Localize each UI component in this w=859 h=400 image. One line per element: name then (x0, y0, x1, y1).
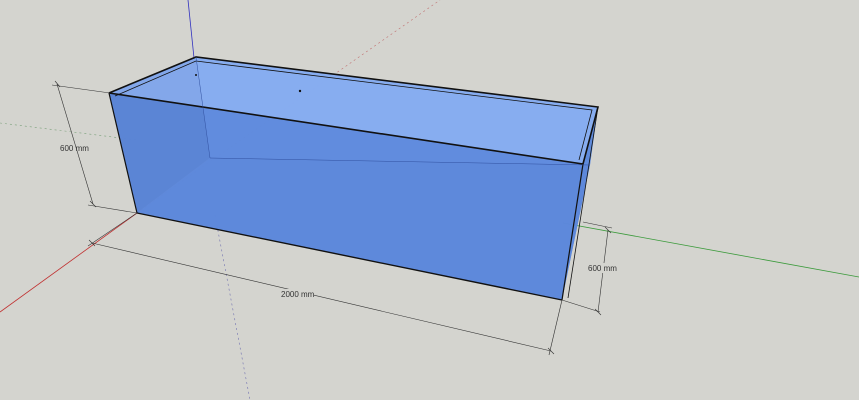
dimension-label-height-left: 600 mm (60, 144, 89, 153)
red-axis-solid (0, 212, 138, 313)
model-canvas[interactable]: 600 mm 2000 mm 600 mm (0, 0, 859, 400)
dimension-label-length: 2000 mm (281, 290, 315, 299)
vertex-marker (298, 89, 302, 93)
3d-viewport[interactable]: 600 mm 2000 mm 600 mm (0, 0, 859, 400)
vertex-marker-corner (195, 74, 197, 76)
blue-axis-dotted (214, 214, 251, 400)
dimension-label-width-right: 600 mm (588, 264, 617, 273)
blue-axis-solid (187, 0, 195, 59)
